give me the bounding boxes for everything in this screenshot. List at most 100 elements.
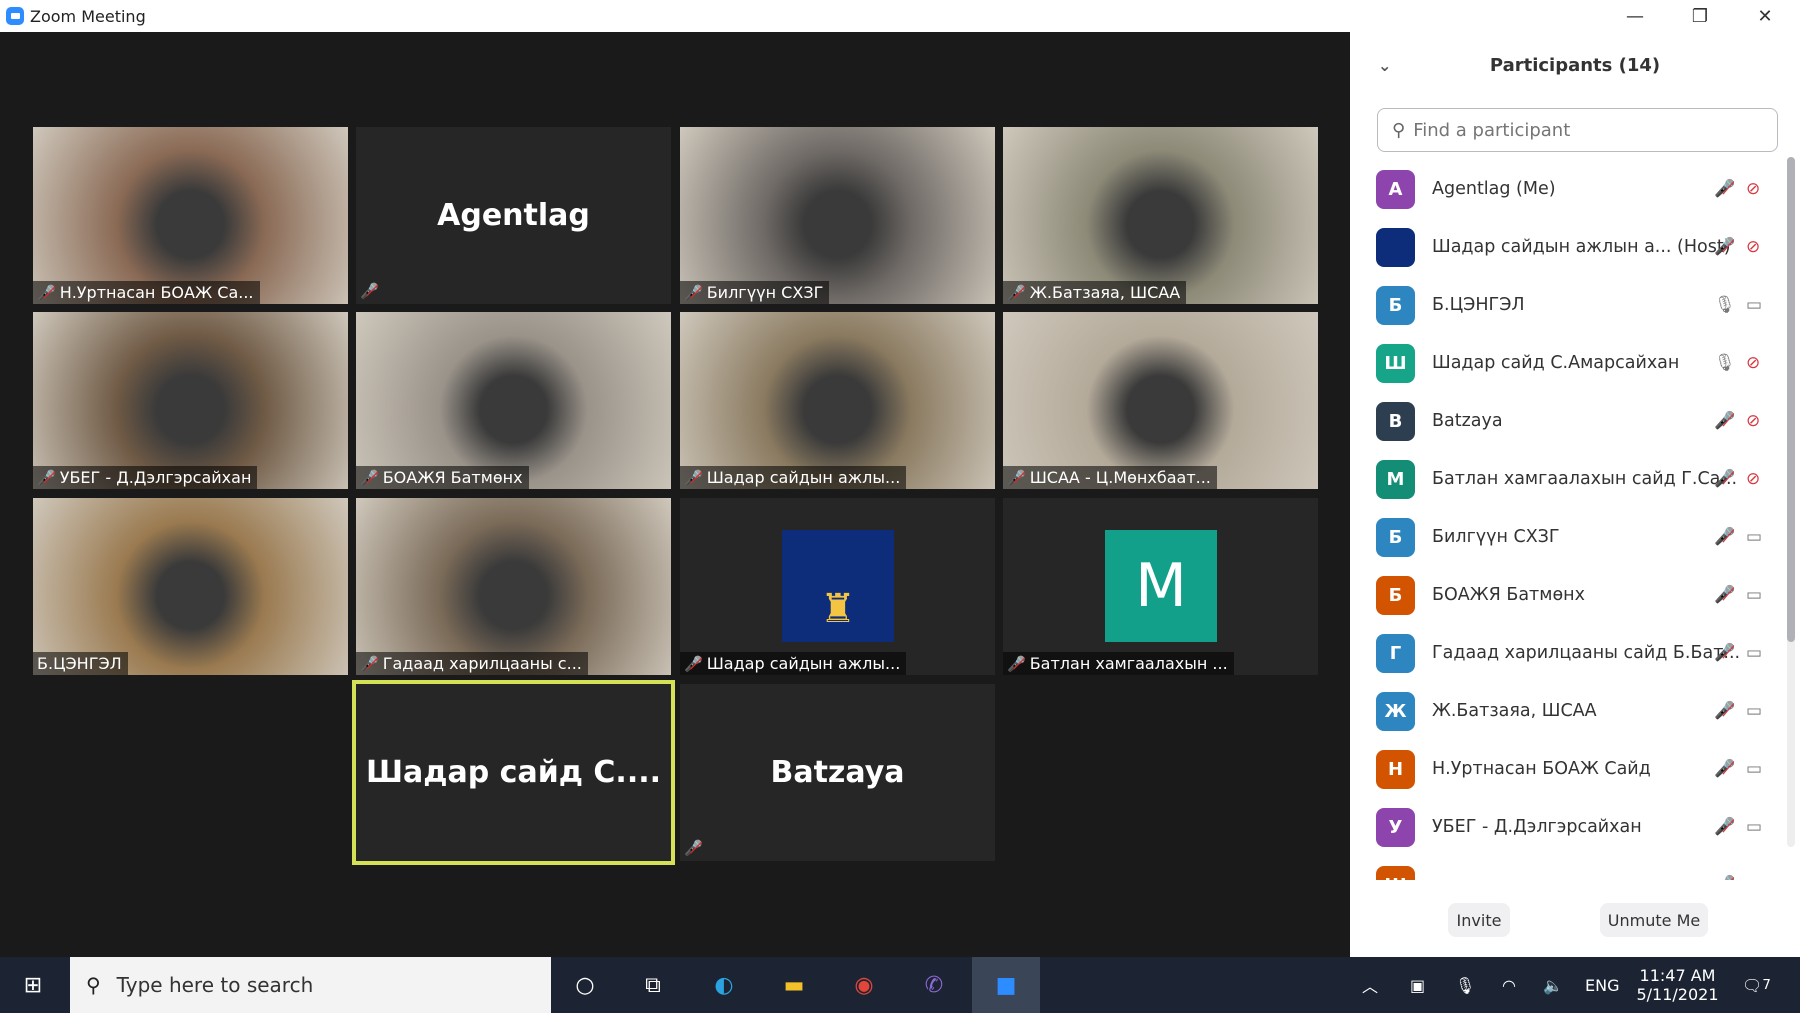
mic-icon[interactable]: 🎙 [1714,295,1736,315]
video-tile[interactable]: 🎤̸ БОАЖЯ Батмөнх [356,312,671,489]
viber-icon[interactable]: ✆ [900,957,968,1013]
video-tile[interactable]: 🎤̸ УБЕГ - Д.Дэлгэрсайхан [33,312,348,489]
video-icon[interactable]: ▭ [1746,643,1762,663]
participant-row[interactable]: M Батлан хамгаалахын сайд Г.Са... 🎤̸ ⊘ [1350,450,1790,508]
participant-avatar: Ш [1376,865,1415,880]
participant-row[interactable]: Н Н.Уртнасан БОАЖ Сайд 🎤̸ ▭ [1350,740,1790,798]
show-hidden-icons-icon[interactable]: ︿ [1362,957,1378,1013]
video-off-icon[interactable]: ⊘ [1746,237,1760,257]
video-icon[interactable]: ▭ [1746,295,1762,315]
participant-name: Батлан хамгаалахын сайд Г.Са... [1432,469,1738,489]
chrome-icon[interactable]: ◉ [830,957,898,1013]
zoom-taskbar-icon[interactable]: ■ [972,957,1040,1013]
video-tile[interactable]: Б.ЦЭНГЭЛ [33,498,348,675]
meet-now-icon[interactable]: ▣ [1410,957,1425,1013]
video-off-icon[interactable]: ⊘ [1746,411,1760,431]
video-off-icon[interactable]: ⊘ [1746,469,1760,489]
video-tile[interactable]: M 🎤̸ Батлан хамгаалахын ... [1003,498,1318,675]
find-participant-field[interactable]: ⚲ [1377,108,1778,152]
cortana-icon[interactable]: ○ [551,957,619,1013]
participant-video [356,498,671,675]
video-tile[interactable]: 🎤̸ Шадар сайдын ажлы... [680,312,995,489]
participant-row[interactable]: Ш Шадар сайд С.Амарсайхан 🎙 ⊘ [1350,334,1790,392]
windows-start-icon[interactable]: ⊞ [0,957,66,1013]
participant-row[interactable]: Шадар сайдын ажлын а... (Host) 🎤̸ ⊘ [1350,218,1790,276]
muted-mic-icon: 🎤̸ [37,468,56,487]
mic-icon[interactable]: 🎙 [1714,353,1736,373]
participant-video [33,498,348,675]
participant-display-name: Agentlag [437,198,590,233]
participant-row[interactable]: Ж Ж.Батзаяа, ШСАА 🎤̸ ▭ [1350,682,1790,740]
participant-name: УБЕГ - Д.Дэлгэрсайхан [1432,817,1642,837]
participant-list-scrollbar[interactable] [1787,157,1795,847]
participant-name: Гадаад харилцааны с... [382,654,582,673]
participant-row[interactable]: Б Билгүүн СХЗГ 🎤̸ ▭ [1350,508,1790,566]
search-icon: ⚲ [86,973,101,997]
video-tile[interactable]: Agentlag 🎤̸ [356,127,671,304]
video-tile[interactable]: Шадар сайд С.... [352,680,675,865]
video-off-icon[interactable]: ⊘ [1746,353,1760,373]
invite-button[interactable]: Invite [1448,903,1510,937]
video-tile[interactable]: 🎤̸ Билгүүн СХЗГ [680,127,995,304]
participant-row[interactable]: Б Б.ЦЭНГЭЛ 🎙 ▭ [1350,276,1790,334]
video-icon[interactable]: ▭ [1746,759,1762,779]
video-tile[interactable]: 🎤̸ Ж.Батзаяа, ШСАА [1003,127,1318,304]
edge-icon[interactable]: ◐ [690,957,758,1013]
muted-mic-icon[interactable]: 🎤̸ [1714,759,1735,779]
video-tile[interactable]: 🎤̸ ШСАА - Ц.Мөнхбаат... [1003,312,1318,489]
task-view-icon[interactable]: ⧉ [619,957,687,1013]
clock[interactable]: 11:47 AM 5/11/2021 [1635,957,1720,1013]
participant-name-label: 🎤̸ Шадар сайдын ажлы... [680,466,907,489]
video-icon[interactable]: ▭ [1746,701,1762,721]
minimize-button[interactable]: — [1605,0,1665,32]
video-icon[interactable]: ▭ [1746,585,1762,605]
muted-mic-icon[interactable]: 🎤̸ [1714,469,1735,489]
video-tile[interactable]: Batzaya 🎤̸ [680,684,995,861]
participant-name: Шадар сайдын ажлы... [706,468,901,487]
muted-mic-icon[interactable]: 🎤̸ [1714,875,1735,880]
muted-mic-icon[interactable]: 🎤̸ [1714,411,1735,431]
restore-button[interactable]: ❐ [1670,0,1730,32]
wifi-icon[interactable]: ◠ [1502,957,1516,1013]
participant-row[interactable]: Г Гадаад харилцааны сайд Б.Бат... 🎤̸ ▭ [1350,624,1790,682]
unmute-me-button[interactable]: Unmute Me [1600,903,1708,937]
participant-avatar: У [1376,807,1415,847]
muted-mic-icon[interactable]: 🎤̸ [1714,817,1735,837]
microphone-icon[interactable]: 🎙 [1455,957,1475,1013]
video-icon[interactable]: ▭ [1746,527,1762,547]
video-tile[interactable]: 🎤̸ Н.Уртнасан БОАЖ Са... [33,127,348,304]
close-button[interactable]: ✕ [1735,0,1795,32]
muted-mic-icon[interactable]: 🎤̸ [1714,643,1735,663]
video-off-icon[interactable]: ⊘ [1746,179,1760,199]
muted-mic-icon[interactable]: 🎤̸ [1714,585,1735,605]
taskbar-search[interactable]: ⚲ Type here to search [70,957,551,1013]
participant-row[interactable]: B Batzaya 🎤̸ ⊘ [1350,392,1790,450]
participant-row[interactable]: Б БОАЖЯ Батмөнх 🎤̸ ▭ [1350,566,1790,624]
file-explorer-icon[interactable]: ▬ [760,957,828,1013]
video-tile[interactable]: ♜ 🎤̸ Шадар сайдын ажлы... [680,498,995,675]
muted-mic-icon[interactable]: 🎤̸ [1714,527,1735,547]
video-icon[interactable]: ▭ [1746,875,1762,880]
video-tile[interactable]: 🎤̸ Гадаад харилцааны с... [356,498,671,675]
participant-name-label: 🎤̸ БОАЖЯ Батмөнх [356,466,529,489]
find-participant-input[interactable] [1413,119,1754,141]
volume-icon[interactable]: 🔈 [1543,957,1563,1013]
participant-row[interactable]: A Agentlag (Me) 🎤̸ ⊘ [1350,160,1790,218]
muted-mic-icon[interactable]: 🎤̸ [1714,237,1735,257]
muted-mic-icon: 🎤̸ [684,654,703,673]
taskbar-search-placeholder: Type here to search [116,973,314,997]
video-icon[interactable]: ▭ [1746,817,1762,837]
language-indicator[interactable]: ENG [1585,957,1619,1013]
participant-name-label: 🎤̸ Билгүүн СХЗГ [680,281,830,304]
muted-mic-icon[interactable]: 🎤̸ [1714,179,1735,199]
participants-title: Participants (14) [1489,54,1661,76]
participant-name: БОАЖЯ Батмөнх [382,468,523,487]
government-logo: ♜ [782,530,894,642]
clock-date: 5/11/2021 [1636,985,1719,1004]
notifications-icon[interactable]: 🗨 7 [1742,957,1771,1013]
participant-row[interactable]: У УБЕГ - Д.Дэлгэрсайхан 🎤̸ ▭ [1350,798,1790,856]
participant-row[interactable]: Ш 🎤̸ ▭ [1350,856,1790,880]
participant-name: Н.Уртнасан БОАЖ Са... [59,283,254,302]
chevron-down-icon[interactable]: ⌄ [1378,56,1391,75]
muted-mic-icon[interactable]: 🎤̸ [1714,701,1735,721]
